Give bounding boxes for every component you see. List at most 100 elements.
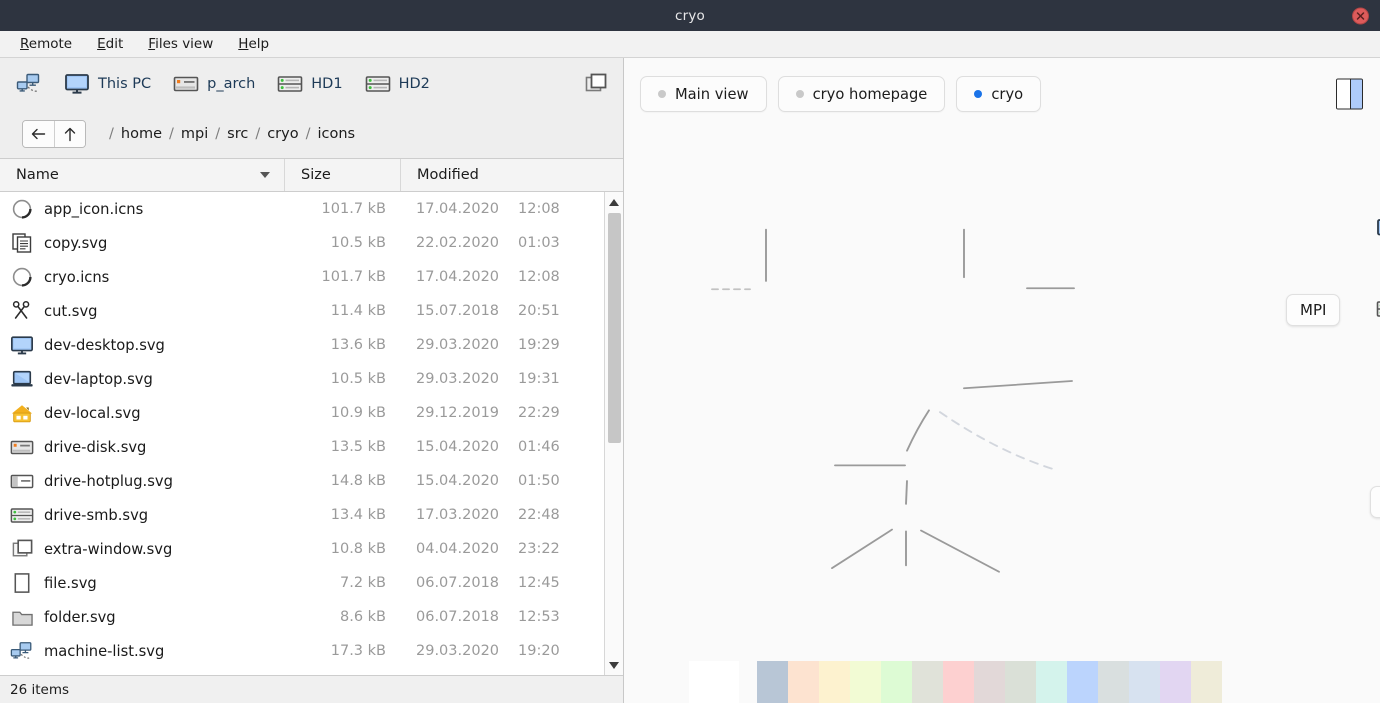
menu-help[interactable]: Help	[236, 35, 271, 53]
file-modified-date: 29.03.2020	[400, 643, 518, 659]
palette-swatch[interactable]	[788, 661, 819, 703]
file-row[interactable]: copy.svg10.5 kB22.02.202001:03	[0, 226, 623, 260]
file-row[interactable]: machine-list.svg17.3 kB29.03.202019:20	[0, 634, 623, 668]
place-p-arch[interactable]: p_arch	[173, 74, 255, 94]
palette-swatch[interactable]	[1005, 661, 1036, 703]
node-mpi-host[interactable]: MPI	[1286, 294, 1340, 326]
file-row[interactable]: drive-smb.svg13.4 kB17.03.202022:48	[0, 498, 623, 532]
file-modified-time: 22:48	[518, 507, 560, 523]
file-row[interactable]: cryo.icns101.7 kB17.04.202012:08	[0, 260, 623, 294]
palette-swatch[interactable]	[1098, 661, 1129, 703]
palette-swatch[interactable]	[1129, 661, 1160, 703]
column-header-size[interactable]: Size	[284, 159, 400, 191]
column-header-size-label: Size	[301, 167, 331, 183]
palette-swatch[interactable]	[974, 661, 1005, 703]
place-hd2[interactable]: HD2	[365, 74, 430, 94]
network-graph: MPI Office MPI Mac Book	[624, 58, 1380, 703]
menu-edit-label: dit	[106, 36, 124, 52]
up-button[interactable]	[54, 121, 85, 147]
file-row[interactable]: cut.svg11.4 kB15.07.201820:51	[0, 294, 623, 328]
folder-icon	[0, 607, 44, 628]
left-pane: This PC p_arch	[0, 58, 624, 703]
palette-swatch[interactable]	[757, 661, 788, 703]
place-this-pc-label: This PC	[98, 76, 151, 92]
node-mpi-host-label: MPI	[1300, 301, 1326, 319]
sort-descending-caret-icon[interactable]	[260, 172, 270, 178]
file-row[interactable]: dev-laptop.svg10.5 kB29.03.202019:31	[0, 362, 623, 396]
menu-edit[interactable]: Edit	[95, 35, 125, 53]
drive-m[interactable]: M: 587 GB	[1376, 299, 1380, 319]
machine-list-icon	[16, 73, 42, 95]
file-name: drive-smb.svg	[44, 507, 284, 524]
close-button[interactable]	[1352, 7, 1369, 24]
palette-swatch[interactable]	[1160, 661, 1191, 703]
file-modified-date: 29.03.2020	[400, 371, 518, 387]
new-window-button[interactable]	[583, 71, 609, 97]
file-row[interactable]: extra-window.svg10.8 kB04.04.202023:22	[0, 532, 623, 566]
file-size: 101.7 kB	[284, 269, 400, 285]
scroll-down-button[interactable]	[605, 656, 624, 674]
breadcrumb-item-cryo[interactable]: cryo	[267, 126, 298, 142]
file-row[interactable]: drive-disk.svg13.5 kB15.04.202001:46	[0, 430, 623, 464]
file-name: cryo.icns	[44, 269, 284, 286]
place-hd2-label: HD2	[399, 76, 430, 92]
palette-swatch[interactable]	[1067, 661, 1098, 703]
file-row[interactable]: file.svg7.2 kB06.07.201812:45	[0, 566, 623, 600]
house-icon	[0, 403, 44, 424]
menu-files-view-label: iles view	[155, 36, 213, 52]
file-modified-date: 29.03.2020	[400, 337, 518, 353]
palette-swatch[interactable]	[850, 661, 881, 703]
place-this-pc[interactable]: This PC	[64, 73, 151, 95]
scissors-icon	[0, 300, 44, 322]
file-row[interactable]: app_icon.icns101.7 kB17.04.202012:08	[0, 192, 623, 226]
file-list-scrollbar[interactable]	[604, 192, 623, 675]
menu-remote[interactable]: Remote	[18, 35, 74, 53]
node-cryo-rnd[interactable]: cryo_rnd	[1370, 486, 1380, 518]
dev-desktop-icon	[0, 335, 44, 356]
breadcrumb: / home / mpi / src / cryo / icons	[102, 126, 355, 142]
extra-window-icon	[584, 72, 608, 96]
file-modified-date: 17.03.2020	[400, 507, 518, 523]
device-mpi-office[interactable]: MPI Office	[1376, 218, 1380, 240]
scrollbar-thumb[interactable]	[608, 213, 621, 443]
column-header-name[interactable]: Name	[0, 159, 284, 191]
breadcrumb-item-home[interactable]: home	[121, 126, 162, 142]
palette-swatch[interactable]	[1191, 661, 1222, 703]
file-list-header: Name Size Modified	[0, 159, 623, 192]
place-p-arch-label: p_arch	[207, 76, 255, 92]
file-modified-date: 29.12.2019	[400, 405, 518, 421]
palette-swatch[interactable]	[819, 661, 850, 703]
palette-swatch[interactable]	[1036, 661, 1067, 703]
file-size: 13.6 kB	[284, 337, 400, 353]
file-row[interactable]: dev-local.svg10.9 kB29.12.201922:29	[0, 396, 623, 430]
palette-swatch[interactable]	[943, 661, 974, 703]
scroll-up-button[interactable]	[605, 193, 624, 211]
file-size: 17.3 kB	[284, 643, 400, 659]
icns-icon	[0, 266, 44, 288]
place-hd1[interactable]: HD1	[277, 74, 342, 94]
menubar: Remote Edit Files view Help	[0, 31, 1380, 58]
palette-swatch[interactable]	[881, 661, 912, 703]
dev-desktop-icon	[64, 73, 90, 95]
color-palette[interactable]	[624, 660, 1380, 703]
file-row[interactable]: dev-desktop.svg13.6 kB29.03.202019:29	[0, 328, 623, 362]
back-button[interactable]	[23, 121, 54, 147]
breadcrumb-item-src[interactable]: src	[227, 126, 248, 142]
place-hd1-label: HD1	[311, 76, 342, 92]
file-row[interactable]: drive-hotplug.svg14.8 kB15.04.202001:50	[0, 464, 623, 498]
item-count-label: 26 items	[10, 682, 69, 698]
file-size: 10.9 kB	[284, 405, 400, 421]
menu-files-view[interactable]: Files view	[146, 35, 215, 53]
file-row[interactable]: folder.svg8.6 kB06.07.201812:53	[0, 600, 623, 634]
column-header-modified[interactable]: Modified	[400, 159, 623, 191]
file-modified-time: 12:53	[518, 609, 560, 625]
palette-swatch[interactable]	[912, 661, 943, 703]
drive-disk-icon	[173, 74, 199, 94]
place-machine-list[interactable]	[16, 73, 42, 95]
breadcrumb-item-icons[interactable]: icons	[317, 126, 355, 142]
file-list[interactable]: app_icon.icns101.7 kB17.04.202012:08copy…	[0, 192, 623, 675]
breadcrumb-item-mpi[interactable]: mpi	[181, 126, 208, 142]
breadcrumb-root[interactable]: /	[102, 126, 121, 142]
file-size: 10.5 kB	[284, 235, 400, 251]
menu-remote-label: emote	[29, 36, 72, 52]
